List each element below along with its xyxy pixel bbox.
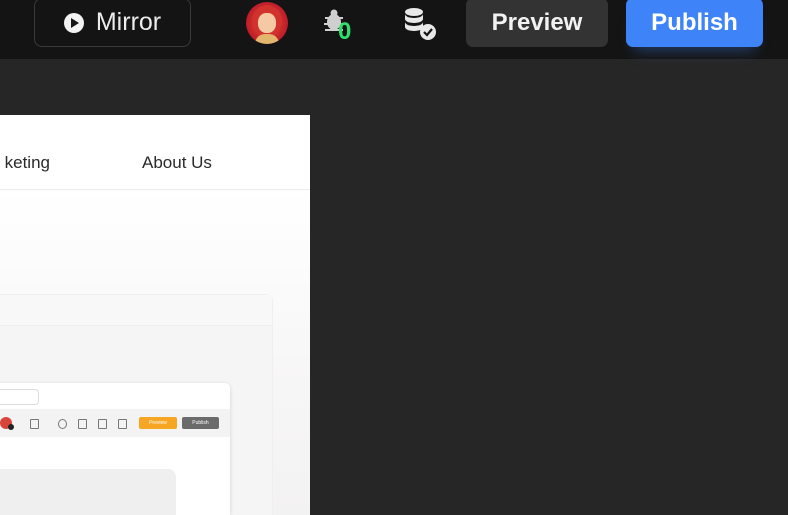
play-icon [63,12,84,33]
mini-chat-icon [30,419,39,429]
avatar-body [255,34,279,44]
mini-settings-icon [118,419,127,429]
mini-preview-button: Preview [139,417,177,429]
mini-badge-icon [8,424,14,430]
mini-toolbar: Preview Publish [0,409,230,437]
avatar-face [258,13,276,33]
avatar[interactable] [246,2,288,44]
nav-link-about-us[interactable]: About Us [142,153,212,173]
nav-link-marketing[interactable]: keting [0,153,50,173]
frame-header-strip [0,295,272,326]
mini-app-preview: Preview Publish [0,383,230,515]
mini-bug-icon [78,419,87,429]
mirror-label: Mirror [95,8,162,36]
mini-search-icon [58,419,67,429]
database-check-icon [405,8,436,40]
mini-database-icon [98,419,107,429]
site-navbar: keting About Us [0,115,310,190]
mirror-button[interactable]: Mirror [34,0,191,47]
mini-content-panel [0,469,176,515]
bug-count: 0 [338,18,352,45]
mini-tab [0,389,39,405]
mini-publish-button: Publish [182,417,219,429]
bug-counter-button[interactable]: 0 [322,8,358,46]
preview-button[interactable]: Preview [466,0,608,47]
publish-button[interactable]: Publish [626,0,763,47]
top-toolbar: Mirror 0 Preview Publish [0,0,788,59]
database-status-button[interactable] [402,6,438,42]
page-canvas: keting About Us Preview Publish [0,115,310,515]
